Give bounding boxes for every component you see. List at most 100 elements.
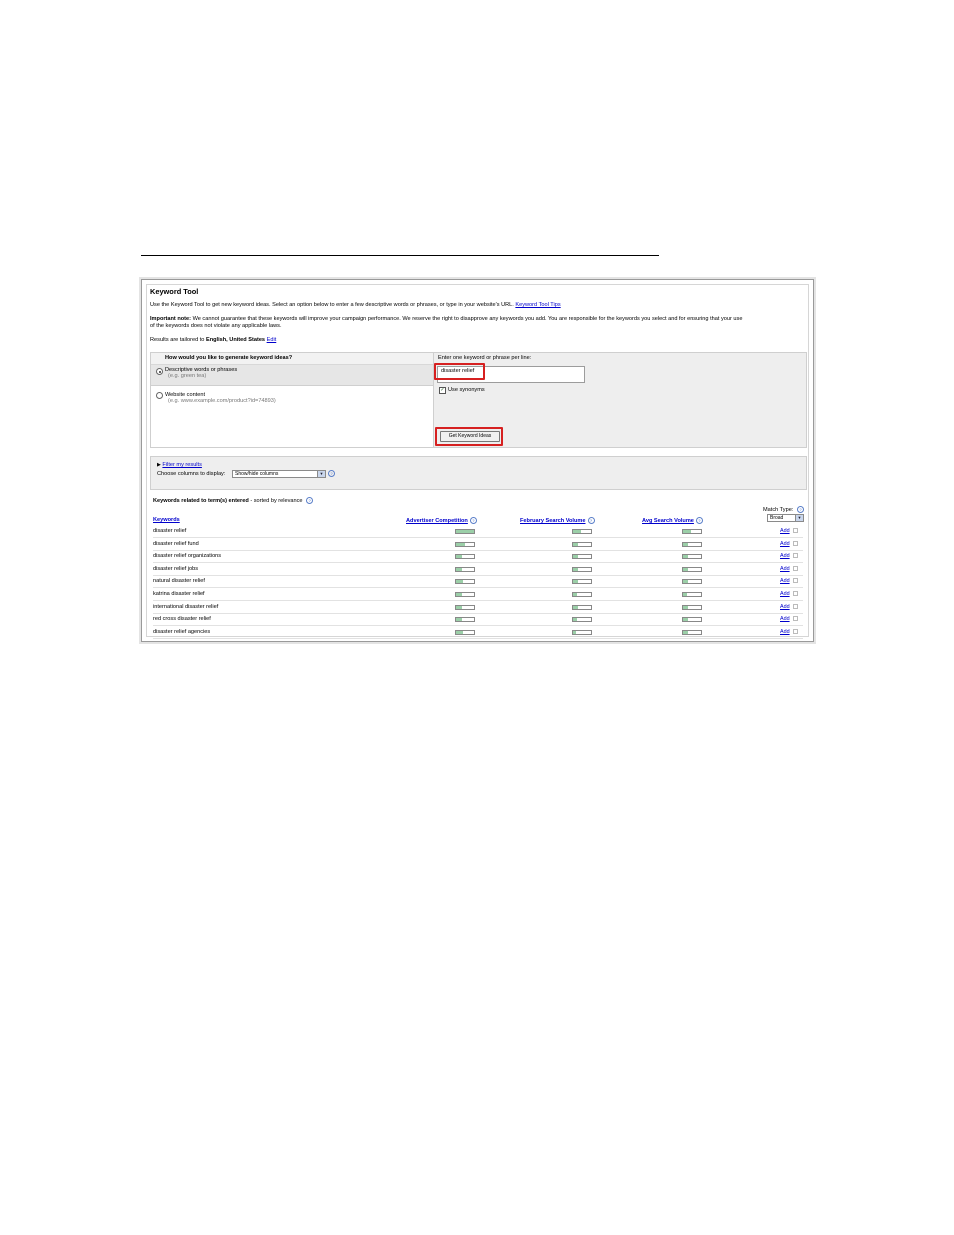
- highlight-keyword-input: [434, 363, 485, 380]
- filter-results-link[interactable]: Filter my results: [162, 462, 201, 468]
- help-icon[interactable]: ?: [328, 470, 335, 477]
- generate-question-header: How would you like to generate keyword i…: [151, 353, 433, 365]
- avg-volume-bar: [682, 592, 702, 597]
- help-icon[interactable]: ?: [469, 517, 477, 524]
- column-header-february-link[interactable]: February Search Volume: [520, 518, 586, 524]
- competition-bar: [455, 541, 475, 547]
- match-type-select[interactable]: Broad ▼: [767, 514, 804, 522]
- option-descriptive-words[interactable]: Descriptive words or phrases (e.g. green…: [151, 365, 433, 386]
- competition-bar-fill: [456, 630, 464, 634]
- add-keyword-label: Add: [780, 578, 790, 585]
- intro-description: Use the Keyword Tool to get new keyword …: [150, 302, 514, 308]
- help-icon[interactable]: ?: [695, 517, 703, 524]
- intro-text: Use the Keyword Tool to get new keyword …: [150, 302, 561, 309]
- add-keyword-label: Add: [780, 603, 790, 610]
- page-divider: [141, 255, 659, 256]
- february-volume-bar: [572, 629, 592, 635]
- avg-volume-bar-fill: [683, 580, 688, 584]
- competition-bar-fill: [456, 593, 463, 596]
- important-note-line1: We cannot guarantee that these keywords …: [192, 316, 743, 322]
- match-type-value: Broad: [770, 515, 784, 521]
- add-keyword-link[interactable]: Add: [780, 541, 798, 547]
- keyword-cell: disaster relief organizations: [153, 553, 222, 560]
- avg-volume-bar: [682, 529, 702, 534]
- competition-bar-fill: [456, 555, 463, 559]
- february-volume-bar-fill: [573, 630, 576, 634]
- avg-volume-bar-fill: [683, 567, 688, 571]
- add-keyword-label: Add: [780, 553, 790, 560]
- column-header-avg-link[interactable]: Avg Search Volume: [642, 518, 694, 524]
- keyword-cell: disaster relief fund: [153, 540, 199, 547]
- avg-volume-bar-fill: [683, 618, 688, 622]
- avg-volume-bar-fill: [683, 555, 688, 559]
- keyword-cell: international disaster relief: [153, 603, 219, 610]
- add-keyword-link[interactable]: Add: [780, 616, 798, 622]
- important-note-label: Important note:: [150, 316, 192, 322]
- add-keyword-label: Add: [780, 591, 790, 597]
- filter-results[interactable]: ▶ Filter my results: [157, 462, 202, 469]
- add-icon: [792, 628, 798, 634]
- chevron-down-icon: ▼: [317, 471, 325, 477]
- avg-volume-bar: [682, 566, 702, 572]
- february-volume-bar: [572, 529, 592, 534]
- table-row: disaster relief jobs Add: [153, 564, 803, 576]
- table-row: disaster relief organizations Add: [153, 551, 803, 564]
- february-volume-bar: [572, 617, 592, 623]
- add-keyword-link[interactable]: Add: [780, 629, 798, 635]
- help-icon[interactable]: ?: [796, 506, 804, 513]
- add-keyword-link[interactable]: Add: [780, 604, 798, 610]
- add-keyword-label: Add: [780, 565, 790, 572]
- use-synonyms-checkbox[interactable]: ✓: [439, 387, 446, 394]
- website-content-hint: (e.g. www.example.com/product?id=74893): [168, 398, 276, 404]
- competition-bar-fill: [456, 605, 463, 609]
- tailored-value: English, United States: [205, 337, 266, 343]
- add-icon: [792, 565, 798, 571]
- important-note: Important note: We cannot guarantee that…: [150, 316, 742, 323]
- competition-bar: [455, 592, 475, 597]
- keyword-tool-tips-link[interactable]: Keyword Tool Tips: [515, 302, 560, 308]
- add-keyword-link[interactable]: Add: [780, 566, 798, 572]
- add-keyword-link[interactable]: Add: [780, 591, 798, 597]
- february-volume-bar: [572, 566, 592, 572]
- columns-label: Choose columns to display:: [157, 471, 226, 477]
- help-icon[interactable]: ?: [587, 517, 595, 524]
- competition-bar: [455, 554, 475, 560]
- avg-volume-bar: [682, 554, 702, 560]
- keyword-tool-screenshot: Keyword Tool Use the Keyword Tool to get…: [141, 279, 814, 642]
- descriptive-words-hint: (e.g. green tea): [168, 373, 207, 379]
- competition-bar: [455, 629, 475, 635]
- columns-select[interactable]: Show/hide columns ▼: [232, 470, 326, 478]
- february-volume-bar: [572, 604, 592, 610]
- keyword-cell: disaster relief: [153, 528, 187, 534]
- add-keyword-link[interactable]: Add: [780, 528, 798, 534]
- competition-bar: [455, 529, 475, 534]
- competition-bar-fill: [456, 580, 464, 584]
- generate-ideas-panel: How would you like to generate keyword i…: [150, 352, 807, 448]
- option-website-content[interactable]: Website content (e.g. www.example.com/pr…: [151, 388, 433, 408]
- column-header-keywords[interactable]: Keywords: [153, 517, 180, 524]
- column-header-avg[interactable]: Avg Search Volume?: [642, 517, 703, 525]
- february-volume-bar-fill: [573, 593, 577, 596]
- chevron-down-icon: ▼: [795, 515, 803, 521]
- results-heading-sort: - sorted by relevance: [250, 497, 303, 504]
- february-volume-bar-fill: [573, 618, 577, 622]
- add-keyword-label: Add: [780, 528, 790, 534]
- add-icon: [792, 603, 798, 609]
- column-header-february[interactable]: February Search Volume?: [520, 517, 595, 525]
- add-keyword-link[interactable]: Add: [780, 578, 798, 584]
- tailored-edit-link[interactable]: Edit: [267, 337, 277, 343]
- avg-volume-bar-fill: [683, 542, 688, 546]
- table-row: disaster relief Add: [153, 526, 803, 538]
- highlight-get-ideas-button: [435, 427, 503, 446]
- descriptive-words-radio[interactable]: [156, 368, 163, 375]
- website-content-radio[interactable]: [156, 392, 163, 399]
- keyword-cell: red cross disaster relief: [153, 616, 211, 623]
- avg-volume-bar: [682, 629, 702, 635]
- important-note-line2: of the keywords does not violate any app…: [150, 323, 282, 329]
- tailored-info: Results are tailored to English, United …: [150, 337, 276, 344]
- add-keyword-link[interactable]: Add: [780, 553, 798, 559]
- help-icon[interactable]: ?: [306, 497, 314, 504]
- column-header-competition[interactable]: Advertiser Competition?: [406, 517, 477, 525]
- column-header-competition-link[interactable]: Advertiser Competition: [406, 518, 468, 524]
- keyword-tool-panel: Keyword Tool Use the Keyword Tool to get…: [146, 284, 809, 639]
